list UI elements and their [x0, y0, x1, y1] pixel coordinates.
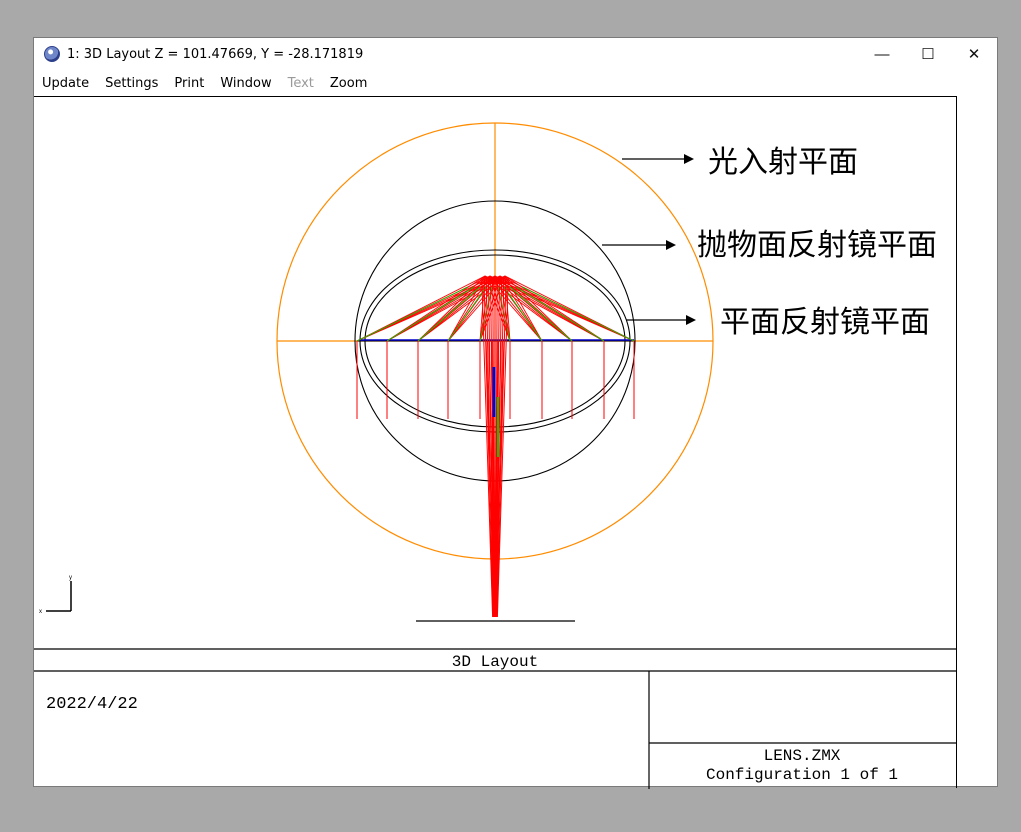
layout-window: 1: 3D Layout Z = 101.47669, Y = -28.1718…	[33, 37, 998, 789]
maximize-icon: ☐	[921, 46, 935, 63]
menu-update[interactable]: Update	[34, 76, 97, 91]
menu-text[interactable]: Text	[280, 76, 322, 91]
menu-bar: Update Settings Print Window Text Zoom	[34, 71, 997, 95]
minimize-icon: —	[874, 45, 890, 63]
label-flat-plane: 平面反射镜平面	[720, 305, 930, 340]
menu-print[interactable]: Print	[166, 76, 212, 91]
title-bar[interactable]: 1: 3D Layout Z = 101.47669, Y = -28.1718…	[34, 38, 997, 70]
green-ray	[521, 286, 635, 342]
close-icon: ✕	[967, 46, 981, 63]
minimize-button[interactable]: —	[859, 38, 905, 70]
axis-y-label: y	[69, 575, 72, 581]
lens-file-name: LENS.ZMX	[764, 747, 841, 765]
configuration-text: Configuration 1 of 1	[706, 766, 898, 784]
green-ray	[515, 286, 605, 342]
maximize-button[interactable]: ☐	[905, 38, 951, 70]
close-button[interactable]: ✕	[951, 38, 997, 70]
annotation-arrow-parabolic-plane	[602, 240, 676, 250]
menu-window[interactable]: Window	[212, 76, 279, 91]
menu-zoom[interactable]: Zoom	[322, 76, 375, 91]
axis-indicator: y x	[39, 575, 72, 615]
menu-settings[interactable]: Settings	[97, 76, 166, 91]
plot-title: 3D Layout	[452, 653, 538, 671]
title-block: 3D Layout 2022/4/22 LENS.ZMX Configurati…	[34, 648, 957, 789]
axis-x-label: x	[39, 609, 42, 615]
annotation-arrow-flat-plane	[626, 315, 696, 325]
plot-date: 2022/4/22	[46, 695, 138, 714]
window-controls: — ☐ ✕	[859, 38, 997, 70]
annotation-arrow-light-plane	[622, 154, 694, 164]
green-ray	[386, 286, 475, 342]
label-parabolic-plane: 抛物面反射镜平面	[697, 228, 937, 263]
ray-bundle	[356, 275, 635, 618]
window-title: 1: 3D Layout Z = 101.47669, Y = -28.1718…	[67, 46, 364, 62]
layout-canvas[interactable]: 光入射平面 抛物面反射镜平面 平面反射镜平面 y x 3D Layout 202…	[34, 96, 957, 789]
label-light-plane: 光入射平面	[708, 145, 858, 180]
zemax-app-icon	[44, 46, 60, 62]
